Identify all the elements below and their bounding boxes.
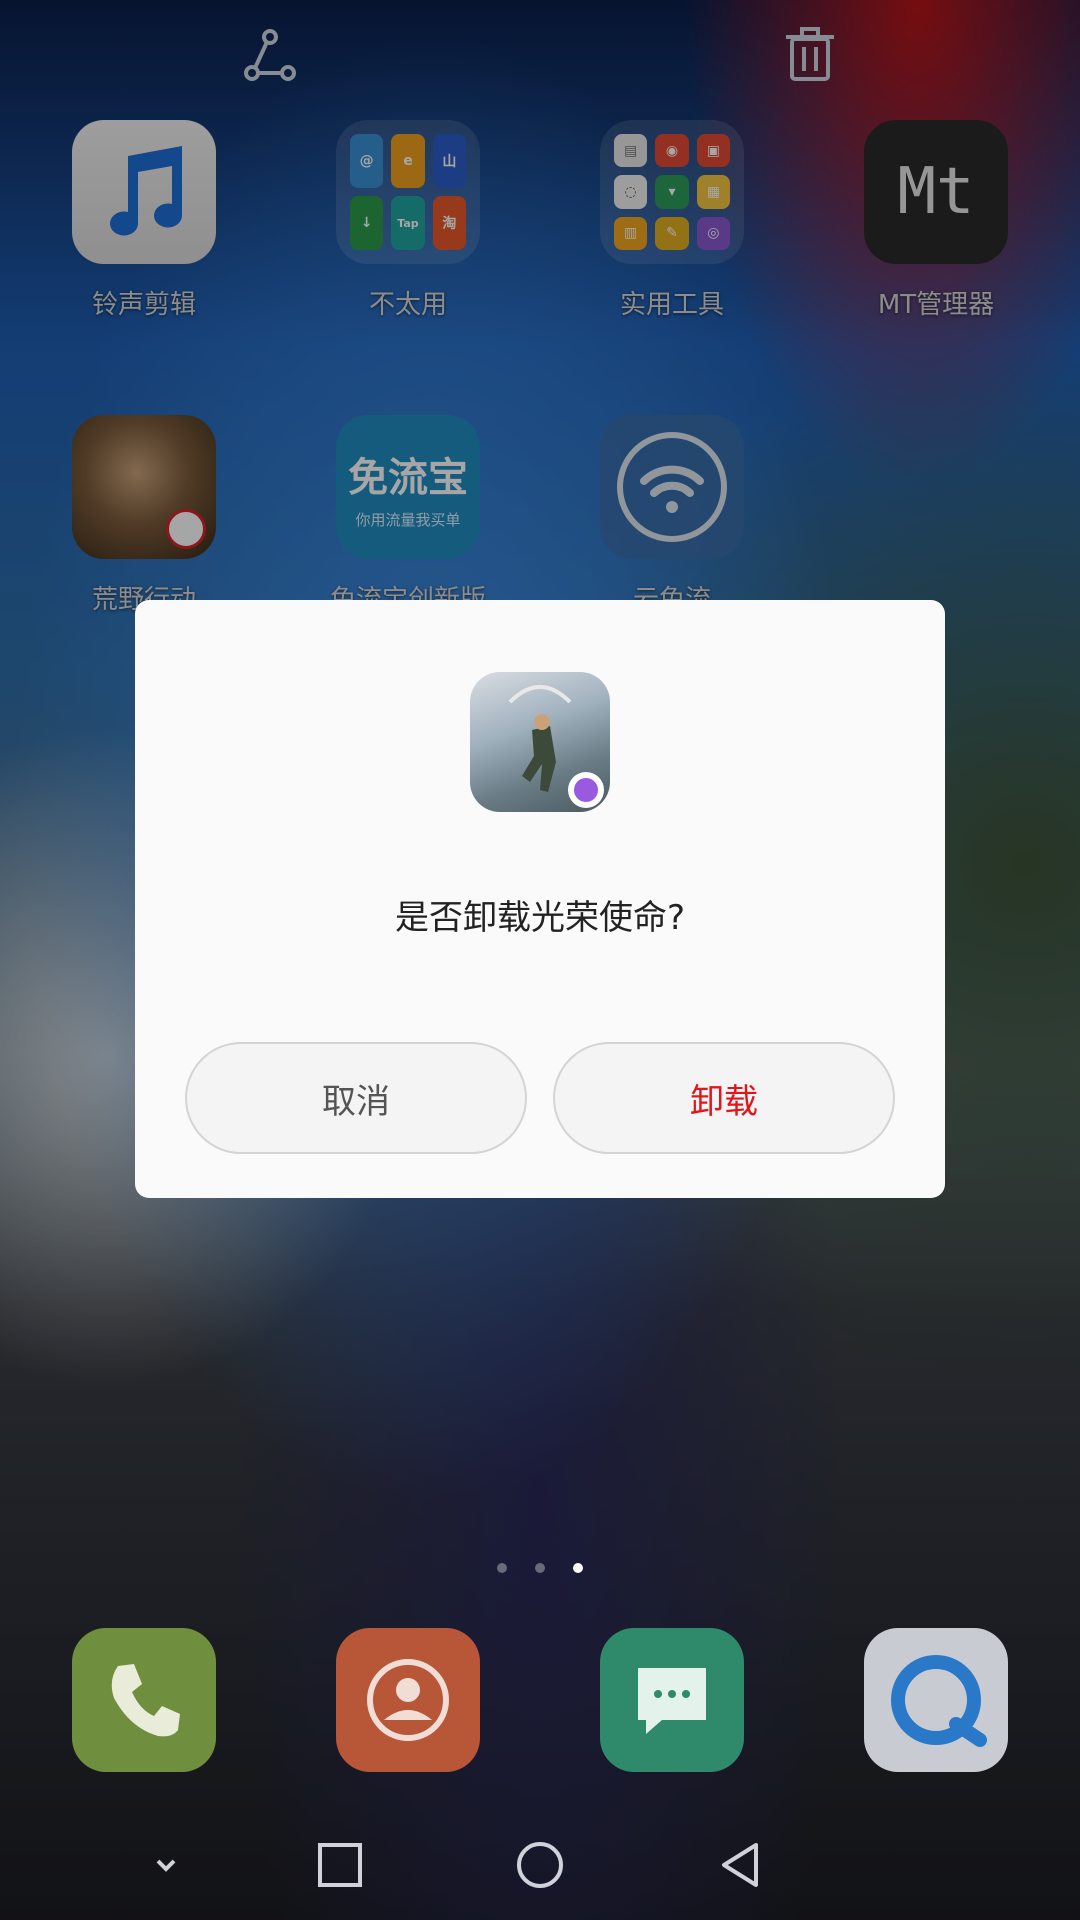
page-indicator bbox=[0, 1558, 1080, 1577]
uninstall-button[interactable]: 卸载 bbox=[553, 1042, 895, 1154]
chevron-down-icon[interactable] bbox=[136, 1835, 196, 1895]
browser-icon bbox=[864, 1628, 1008, 1772]
contacts-icon bbox=[336, 1628, 480, 1772]
dock-contacts[interactable] bbox=[308, 1628, 508, 1772]
dialog-message: 是否卸载光荣使命? bbox=[394, 898, 686, 938]
dock-browser[interactable] bbox=[836, 1628, 1036, 1772]
uninstall-dialog: 是否卸载光荣使命? 取消 卸载 bbox=[135, 600, 945, 1198]
page-dot-active[interactable] bbox=[573, 1563, 583, 1573]
home-icon[interactable] bbox=[510, 1835, 570, 1895]
recents-icon[interactable] bbox=[310, 1835, 370, 1895]
page-dot[interactable] bbox=[497, 1563, 507, 1573]
phone-icon bbox=[72, 1628, 216, 1772]
page-dot[interactable] bbox=[535, 1563, 545, 1573]
dock-messages[interactable] bbox=[572, 1628, 772, 1772]
app-icon bbox=[470, 672, 610, 812]
messages-icon bbox=[600, 1628, 744, 1772]
cancel-button[interactable]: 取消 bbox=[185, 1042, 527, 1154]
dock-phone[interactable] bbox=[44, 1628, 244, 1772]
back-icon[interactable] bbox=[710, 1835, 770, 1895]
